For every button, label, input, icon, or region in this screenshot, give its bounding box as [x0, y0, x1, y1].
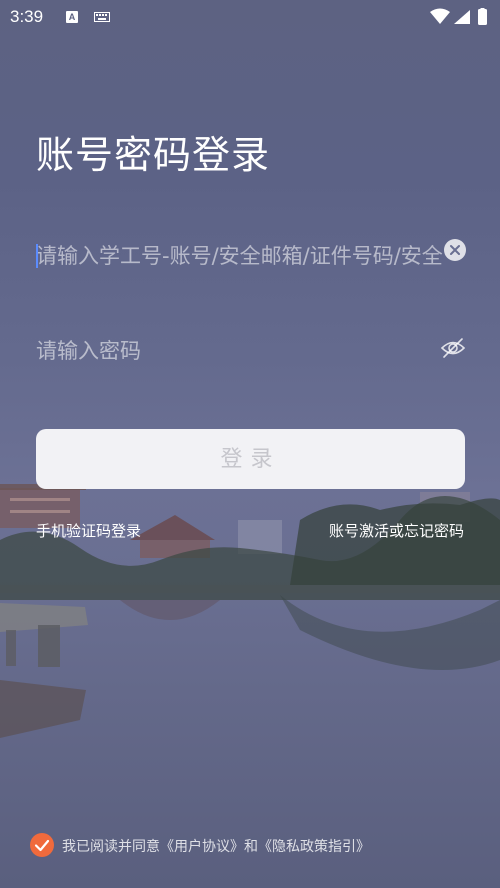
password-field[interactable]	[36, 329, 466, 373]
login-button[interactable]: 登录	[36, 429, 465, 489]
page-title: 账号密码登录	[36, 133, 271, 177]
sms-login-link[interactable]: 手机验证码登录	[36, 520, 141, 541]
password-input[interactable]	[36, 329, 446, 373]
agreement-text[interactable]: 我已阅读并同意《用户协议》和《隐私政策指引》	[62, 836, 370, 856]
text-caret	[36, 244, 38, 268]
agree-checkbox[interactable]	[30, 833, 54, 857]
status-bar: 3:39 A	[0, 0, 500, 34]
keyboard-icon	[94, 12, 110, 22]
agreement-row: 我已阅读并同意《用户协议》和《隐私政策指引》	[30, 832, 470, 860]
signal-icon	[454, 10, 470, 24]
account-field[interactable]	[36, 234, 466, 278]
status-time: 3:39	[10, 7, 44, 26]
notification-a-icon: A	[66, 11, 78, 23]
battery-icon	[478, 9, 487, 25]
account-input[interactable]	[36, 234, 446, 278]
eye-off-icon[interactable]	[440, 337, 466, 359]
activate-or-forgot-password-link[interactable]: 账号激活或忘记密码	[329, 520, 464, 541]
system-status-icons	[430, 8, 487, 25]
clear-icon[interactable]	[444, 239, 466, 261]
wifi-icon	[430, 8, 450, 24]
checkmark-icon	[34, 839, 50, 852]
